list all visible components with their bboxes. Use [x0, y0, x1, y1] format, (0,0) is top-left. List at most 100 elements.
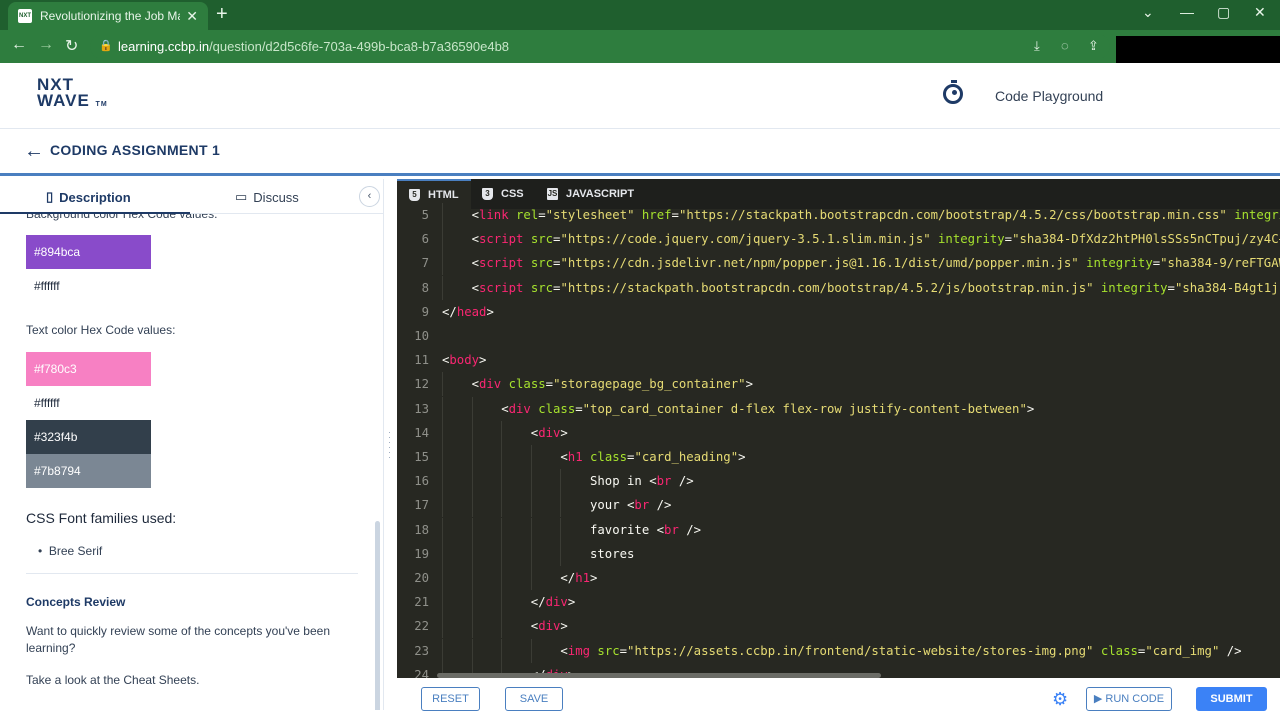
run-code-button[interactable]: ▶ RUN CODE	[1086, 687, 1172, 711]
indent-guide	[501, 517, 503, 542]
line-number: 10	[414, 329, 429, 343]
eye-off-icon[interactable]: ◌	[1061, 38, 1069, 53]
back-icon[interactable]: ←	[11, 36, 27, 54]
chevron-down-icon[interactable]: ⌄	[1142, 4, 1154, 21]
indent-guide	[442, 469, 443, 494]
code-token: script	[479, 280, 524, 295]
code-line[interactable]: 5 <link rel="stylesheet" href="https://st…	[397, 203, 1280, 227]
indent-guide	[471, 493, 473, 518]
code-editor[interactable]: 5 HTML 3 CSS JS JAVASCRIPT 5 <link rel="s…	[397, 179, 1280, 678]
code-token: h1	[567, 450, 583, 464]
line-number: 20	[414, 571, 429, 585]
window-close-icon[interactable]: ✕	[1254, 4, 1266, 21]
code-token: "sha384-B4gt1jr	[1174, 280, 1280, 295]
code-line[interactable]: 15 <h1 class="card_heading">	[397, 445, 1280, 469]
code-line[interactable]: 16 Shop in <br />	[397, 469, 1280, 494]
code-token: link	[479, 208, 509, 222]
tab-discuss[interactable]: ▭ Discuss	[235, 189, 299, 205]
code-line[interactable]: 23 <img src="https://assets.ccbp.in/front…	[397, 638, 1280, 663]
url-field[interactable]: 🔒 learning.ccbp.in/question/d2d5c6fe-703a…	[90, 34, 1110, 59]
code-line[interactable]: 6 <script src = "https://code.jquery.com/jq…	[397, 227, 1280, 252]
minimize-icon[interactable]: —	[1180, 4, 1194, 20]
code-line[interactable]: 20 </h1>	[397, 566, 1280, 590]
code-token: >	[745, 377, 753, 392]
code-line[interactable]: 9 </head>	[397, 300, 1280, 324]
indent-guide	[501, 614, 503, 639]
panel-scrollbar[interactable]	[375, 521, 380, 716]
install-icon[interactable]: ⤓	[1034, 38, 1040, 54]
code-token: >	[590, 571, 598, 585]
nxtwave-logo[interactable]: NXT WAVE TM	[37, 76, 108, 113]
new-tab-button[interactable]: +	[216, 3, 228, 26]
code-token: div	[479, 377, 502, 392]
code-token: "https://cdn.jsdelivr.net/npm/popper.js@…	[560, 256, 1079, 271]
code-text: <div>	[531, 614, 568, 638]
code-token: />	[1219, 643, 1242, 658]
code-line[interactable]: 11 <body>	[397, 348, 1280, 372]
code-token: div	[508, 401, 531, 416]
share-icon[interactable]: ⇪	[1088, 38, 1099, 54]
back-arrow-icon[interactable]: ←	[24, 140, 44, 163]
line-number: 7	[421, 256, 429, 271]
save-button[interactable]: SAVE	[505, 687, 563, 711]
left-footer	[0, 710, 384, 720]
reload-icon[interactable]: ↻	[65, 36, 78, 56]
stopwatch-icon[interactable]	[943, 80, 963, 104]
code-line[interactable]: 12 <div class="storagepage_bg_container">	[397, 372, 1280, 397]
line-number: 21	[414, 595, 429, 610]
submit-button[interactable]: SUBMIT	[1196, 687, 1267, 711]
browser-tab[interactable]: NXT Revolutionizing the Job Market | ✕	[8, 2, 208, 30]
collapse-panel-button[interactable]: ‹	[359, 186, 380, 207]
code-token: class	[590, 450, 628, 464]
tab-javascript-label: JAVASCRIPT	[566, 188, 635, 200]
resize-handle[interactable]: · · · · · ·	[388, 428, 391, 462]
code-token: <	[471, 208, 479, 222]
code-token: favorite <	[590, 522, 665, 537]
tab-description[interactable]: ▯ Description	[46, 189, 131, 205]
forward-icon[interactable]: →	[38, 36, 54, 54]
code-line[interactable]: 18 favorite <br />	[397, 517, 1280, 542]
code-token: integrity	[1100, 280, 1168, 295]
indent-guide	[501, 590, 503, 615]
code-line[interactable]: 22 <div>	[397, 614, 1280, 639]
assignment-header: ← CODING ASSIGNMENT 1	[0, 130, 1280, 176]
swatch-bg-2: #ffffff	[34, 279, 60, 293]
code-text: </head>	[442, 300, 494, 324]
line-number: 6	[421, 232, 429, 247]
text-color-label: Text color Hex Code values:	[26, 323, 176, 337]
code-line[interactable]: 21 </div>	[397, 590, 1280, 615]
indent-guide	[442, 517, 443, 542]
settings-gear-icon[interactable]: ⚙	[1052, 689, 1068, 710]
code-token: stores	[590, 546, 635, 561]
line-number: 11	[414, 353, 429, 368]
code-playground-link[interactable]: Code Playground	[995, 88, 1103, 104]
code-token: =	[575, 401, 583, 416]
code-token: >	[738, 450, 746, 464]
indent-guide	[442, 614, 443, 639]
indent-guide	[442, 541, 443, 566]
code-token: h1	[575, 571, 591, 585]
code-text: <script src="https://cdn.jsdelivr.net/np…	[472, 251, 1280, 275]
indent-guide	[530, 445, 532, 469]
code-line[interactable]: 8 <script src = "https://stackpath.bootstra…	[397, 275, 1280, 300]
code-text: </div>	[531, 590, 575, 614]
code-token: "https://code.jquery.com/jquery-3.5.1.sl…	[560, 232, 931, 247]
swatch-text-1: #f780c3	[26, 352, 151, 386]
code-line[interactable]: 17 your <br />	[397, 493, 1280, 518]
maximize-icon[interactable]: ▢	[1217, 4, 1230, 21]
indent-guide	[501, 566, 503, 590]
indent-guide	[501, 445, 503, 469]
code-line[interactable]: 13 <div class="top_card_container d-flex …	[397, 396, 1280, 421]
code-token: div	[538, 425, 561, 440]
line-number: 9	[421, 304, 429, 319]
code-line[interactable]: 7 <script src="https://cdn.jsdelivr.net/n…	[397, 251, 1280, 276]
code-line[interactable]: 10	[397, 324, 1280, 348]
code-token: src	[597, 643, 620, 658]
code-line[interactable]: 14 <div>	[397, 420, 1280, 445]
indent-guide	[560, 541, 562, 566]
reset-button[interactable]: RESET	[421, 687, 480, 711]
close-tab-icon[interactable]: ✕	[186, 8, 198, 25]
code-line[interactable]: 19 stores	[397, 541, 1280, 566]
indent-guide	[442, 566, 443, 590]
